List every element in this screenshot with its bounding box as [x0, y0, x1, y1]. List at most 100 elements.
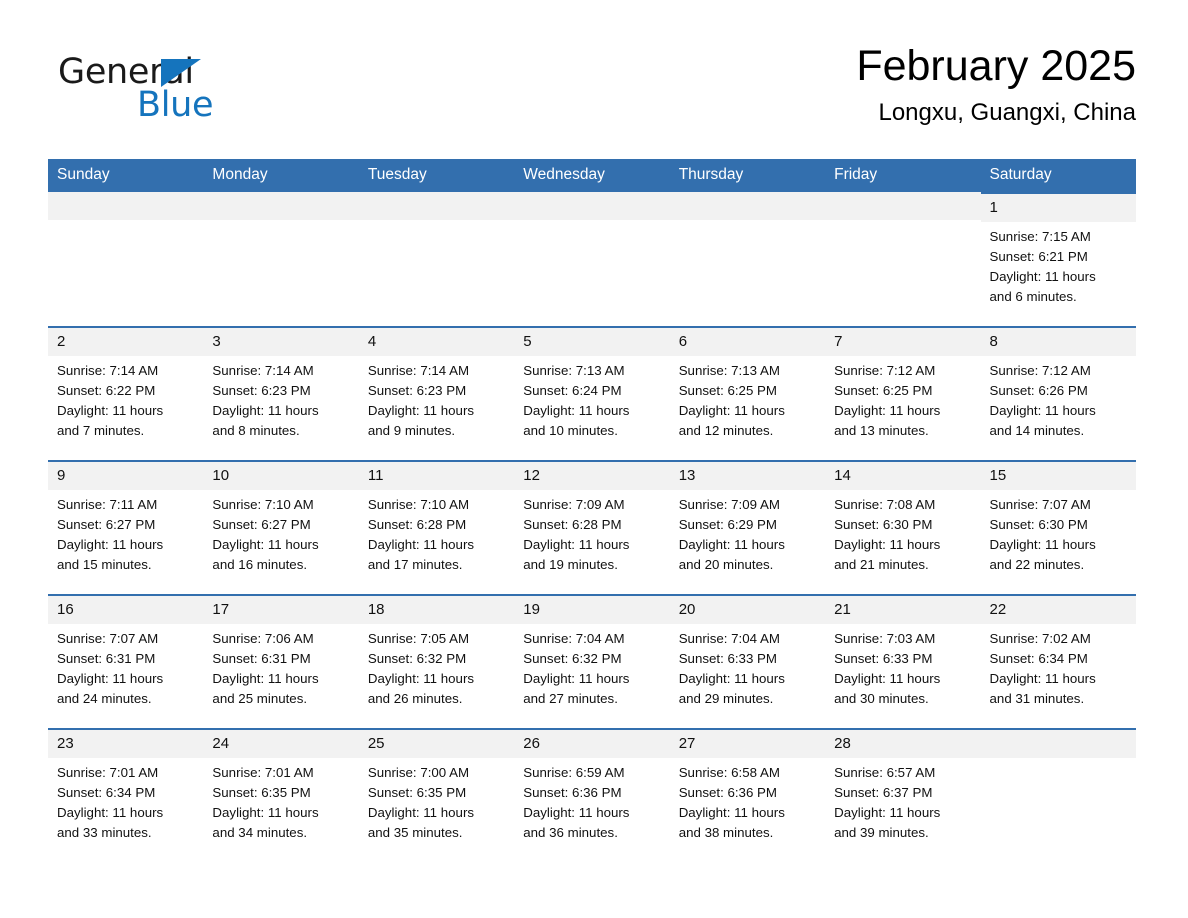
sunrise-text: Sunrise: 7:10 AM — [367, 497, 470, 512]
sunset-text: Sunset: 6:27 PM — [57, 517, 156, 532]
title-block: February 2025 Longxu, Guangxi, China — [856, 40, 1136, 128]
calendar-day[interactable]: 18 Sunrise: 7:05 AM Sunset: 6:32 PM Dayligh… — [358, 594, 515, 728]
calendar-day[interactable]: 9 Sunrise: 7:11 AM Sunset: 6:27 PM Daylight… — [48, 460, 204, 594]
calendar-cell: 13 Sunrise: 7:09 AM Sunset: 6:29 PM Dayligh… — [669, 460, 826, 594]
calendar-day[interactable]: 26 Sunrise: 6:59 AM Sunset: 6:36 PM Dayligh… — [514, 728, 670, 862]
sunrise-text: Sunrise: 7:10 AM — [212, 497, 314, 512]
sunset-text: Sunset: 6:23 PM — [367, 383, 467, 398]
day-details: Sunrise: 7:15 AM Sunset: 6:21 PM Daylight:… — [981, 222, 1136, 307]
sunset-text: Sunset: 6:34 PM — [989, 651, 1088, 666]
calendar-day[interactable]: 25 Sunrise: 7:00 AM Sunset: 6:35 PM Dayligh… — [358, 728, 515, 862]
day-details: Sunrise: 7:03 AM Sunset: 6:33 PM Daylight:… — [825, 624, 980, 709]
sunset-text: Sunset: 6:23 PM — [212, 383, 311, 398]
daylight-text-line2: and 25 minutes. — [212, 691, 308, 706]
calendar-day[interactable]: 3 Sunrise: 7:14 AM Sunset: 6:23 PM Daylight… — [203, 326, 359, 460]
day-number: 22 — [980, 596, 1136, 624]
calendar-day[interactable]: 22 Sunrise: 7:02 AM Sunset: 6:34 PM Dayligh… — [980, 594, 1136, 728]
calendar-cell: 9 Sunrise: 7:11 AM Sunset: 6:27 PM Daylight… — [48, 460, 204, 594]
calendar-day[interactable]: 2 Sunrise: 7:14 AM Sunset: 6:22 PM Daylight… — [48, 326, 204, 460]
calendar-week-row: 1 Sunrise: 7:15 AM Sunset: 6:21 PM Daylight… — [48, 192, 1136, 326]
weekday-header-saturday: Saturday — [980, 159, 1136, 192]
calendar-day[interactable]: 20 Sunrise: 7:04 AM Sunset: 6:33 PM Dayligh… — [669, 594, 826, 728]
calendar-day[interactable]: 27 Sunrise: 6:58 AM Sunset: 6:36 PM Dayligh… — [669, 728, 826, 862]
sunset-text: Sunset: 6:24 PM — [523, 383, 622, 398]
day-number: 5 — [514, 328, 670, 356]
daylight-text-line1: Daylight: 11 hours — [57, 537, 164, 552]
calendar-day[interactable]: 13 Sunrise: 7:09 AM Sunset: 6:29 PM Dayligh… — [669, 460, 826, 594]
daylight-text-line1: Daylight: 11 hours — [834, 537, 941, 552]
calendar-day[interactable]: 11 Sunrise: 7:10 AM Sunset: 6:28 PM Dayligh… — [358, 460, 515, 594]
sunset-text: Sunset: 6:25 PM — [678, 383, 777, 398]
calendar-day[interactable]: 10 Sunrise: 7:10 AM Sunset: 6:27 PM Dayligh… — [203, 460, 359, 594]
sunrise-text: Sunrise: 7:13 AM — [523, 363, 625, 378]
calendar-cell: 19 Sunrise: 7:04 AM Sunset: 6:32 PM Dayligh… — [514, 594, 670, 728]
daylight-text-line2: and 6 minutes. — [989, 289, 1077, 304]
day-number: 14 — [825, 462, 981, 490]
weekday-header-friday: Friday — [825, 159, 981, 192]
calendar-day[interactable]: 7 Sunrise: 7:12 AM Sunset: 6:25 PM Daylight… — [825, 326, 981, 460]
calendar-day[interactable]: 1 Sunrise: 7:15 AM Sunset: 6:21 PM Daylight… — [980, 192, 1136, 326]
day-details: Sunrise: 7:01 AM Sunset: 6:34 PM Daylight:… — [48, 758, 203, 843]
calendar-day[interactable]: 6 Sunrise: 7:13 AM Sunset: 6:25 PM Daylight… — [669, 326, 826, 460]
location-subtitle: Longxu, Guangxi, China — [878, 99, 1136, 126]
calendar-day[interactable]: 28 Sunrise: 6:57 AM Sunset: 6:37 PM Dayligh… — [825, 728, 981, 862]
sunset-text: Sunset: 6:28 PM — [367, 517, 467, 532]
daylight-text-line2: and 39 minutes. — [834, 825, 929, 840]
calendar-day[interactable]: 23 Sunrise: 7:01 AM Sunset: 6:34 PM Dayligh… — [48, 728, 204, 862]
daylight-text-line2: and 35 minutes. — [367, 825, 463, 840]
day-number: 24 — [203, 730, 359, 758]
calendar-cell — [825, 192, 981, 326]
sunrise-text: Sunrise: 7:09 AM — [678, 497, 780, 512]
day-number — [203, 192, 359, 220]
calendar-cell: 28 Sunrise: 6:57 AM Sunset: 6:37 PM Dayligh… — [825, 728, 981, 862]
day-details: Sunrise: 7:13 AM Sunset: 6:25 PM Daylight:… — [670, 356, 825, 441]
day-details: Sunrise: 7:04 AM Sunset: 6:32 PM Daylight:… — [514, 624, 669, 709]
day-details: Sunrise: 7:09 AM Sunset: 6:29 PM Daylight:… — [670, 490, 825, 575]
daylight-text-line1: Daylight: 11 hours — [367, 403, 475, 418]
daylight-text-line1: Daylight: 11 hours — [678, 805, 785, 820]
day-number: 12 — [514, 462, 670, 490]
daylight-text-line1: Daylight: 11 hours — [367, 805, 475, 820]
daylight-text-line1: Daylight: 11 hours — [523, 805, 630, 820]
calendar-day-empty — [48, 192, 204, 326]
sunset-text: Sunset: 6:30 PM — [989, 517, 1088, 532]
daylight-text-line1: Daylight: 11 hours — [678, 403, 785, 418]
daylight-text-line2: and 24 minutes. — [57, 691, 152, 706]
sunrise-text: Sunrise: 7:09 AM — [523, 497, 625, 512]
calendar-day[interactable]: 24 Sunrise: 7:01 AM Sunset: 6:35 PM Dayligh… — [203, 728, 359, 862]
calendar-day[interactable]: 19 Sunrise: 7:04 AM Sunset: 6:32 PM Dayligh… — [514, 594, 670, 728]
calendar-day[interactable]: 15 Sunrise: 7:07 AM Sunset: 6:30 PM Dayligh… — [980, 460, 1136, 594]
calendar-day[interactable]: 5 Sunrise: 7:13 AM Sunset: 6:24 PM Daylight… — [514, 326, 670, 460]
calendar-table: Sunday Monday Tuesday Wednesday Thursday… — [48, 159, 1136, 862]
calendar-week-row: 16 Sunrise: 7:07 AM Sunset: 6:31 PM Dayligh… — [48, 594, 1136, 728]
sunrise-text: Sunrise: 7:07 AM — [57, 631, 159, 646]
calendar-cell: 15 Sunrise: 7:07 AM Sunset: 6:30 PM Dayligh… — [980, 460, 1136, 594]
sunset-text: Sunset: 6:32 PM — [367, 651, 467, 666]
day-details: Sunrise: 7:12 AM Sunset: 6:26 PM Daylight:… — [981, 356, 1136, 441]
sunset-text: Sunset: 6:27 PM — [212, 517, 311, 532]
day-details: Sunrise: 6:59 AM Sunset: 6:36 PM Daylight:… — [514, 758, 669, 843]
day-number — [669, 192, 826, 220]
calendar-day[interactable]: 8 Sunrise: 7:12 AM Sunset: 6:26 PM Daylight… — [980, 326, 1136, 460]
calendar-day[interactable]: 16 Sunrise: 7:07 AM Sunset: 6:31 PM Dayligh… — [48, 594, 204, 728]
calendar-cell: 2 Sunrise: 7:14 AM Sunset: 6:22 PM Daylight… — [48, 326, 204, 460]
day-number: 28 — [825, 730, 981, 758]
sunset-text: Sunset: 6:25 PM — [834, 383, 933, 398]
daylight-text-line1: Daylight: 11 hours — [989, 671, 1096, 686]
triangle-icon — [161, 59, 201, 87]
calendar-cell: 17 Sunrise: 7:06 AM Sunset: 6:31 PM Dayligh… — [203, 594, 359, 728]
calendar-day[interactable]: 21 Sunrise: 7:03 AM Sunset: 6:33 PM Dayligh… — [825, 594, 981, 728]
sunrise-text: Sunrise: 7:04 AM — [678, 631, 780, 646]
calendar-day[interactable]: 12 Sunrise: 7:09 AM Sunset: 6:28 PM Dayligh… — [514, 460, 670, 594]
calendar-day[interactable]: 17 Sunrise: 7:06 AM Sunset: 6:31 PM Dayligh… — [203, 594, 359, 728]
day-details: Sunrise: 7:12 AM Sunset: 6:25 PM Daylight:… — [825, 356, 980, 441]
calendar-day[interactable]: 4 Sunrise: 7:14 AM Sunset: 6:23 PM Daylight… — [358, 326, 515, 460]
calendar-day[interactable]: 14 Sunrise: 7:08 AM Sunset: 6:30 PM Dayligh… — [825, 460, 981, 594]
day-number — [358, 192, 515, 220]
daylight-text-line1: Daylight: 11 hours — [367, 671, 475, 686]
daylight-text-line1: Daylight: 11 hours — [212, 671, 319, 686]
day-number: 2 — [48, 328, 204, 356]
sunset-text: Sunset: 6:36 PM — [523, 785, 622, 800]
sunset-text: Sunset: 6:21 PM — [989, 249, 1088, 264]
daylight-text-line2: and 31 minutes. — [989, 691, 1085, 706]
